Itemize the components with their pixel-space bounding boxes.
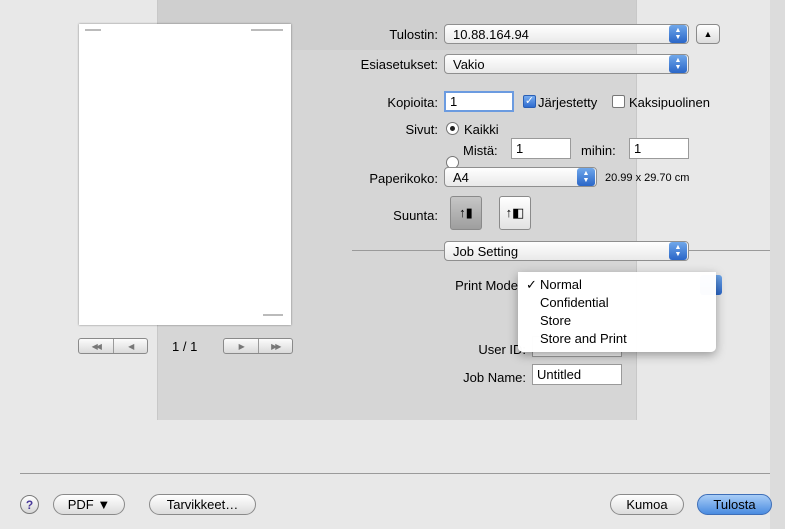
preview-back-buttons[interactable]: ◀◀ ◀ [78, 338, 148, 354]
printer-value: 10.88.164.94 [453, 26, 529, 42]
menu-item-store[interactable]: Store [518, 312, 716, 330]
job-name-label: Job Name: [463, 370, 526, 385]
preview-forward-buttons[interactable]: ▶ ▶▶ [223, 338, 293, 354]
print-preview-page [79, 24, 291, 325]
collated-label: Järjestetty [538, 95, 598, 110]
duplex-checkbox[interactable] [612, 95, 625, 108]
checkmark-icon: ✓ [526, 277, 537, 292]
duplex-label: Kaksipuolinen [629, 95, 710, 110]
previous-page-icon[interactable]: ◀ [112, 339, 148, 353]
landscape-icon: ↑◧ [505, 205, 525, 220]
menu-item-store-and-print[interactable]: Store and Print [518, 330, 716, 348]
pages-from-input[interactable]: 1 [511, 138, 571, 159]
first-page-icon[interactable]: ◀◀ [79, 339, 113, 353]
pages-all-label: Kaikki [464, 122, 499, 137]
orientation-landscape-button[interactable]: ↑◧ [499, 196, 531, 230]
pages-to-input[interactable]: 1 [629, 138, 689, 159]
background-sidebar [770, 0, 785, 529]
copies-label: Kopioita: [387, 95, 438, 110]
paper-size-value: A4 [453, 169, 469, 185]
printer-popup[interactable]: 10.88.164.94 ▲ ▼ [444, 24, 689, 44]
collapse-details-button[interactable]: ▲ [696, 24, 720, 44]
section-value: Job Setting [453, 243, 519, 259]
copies-input[interactable]: 1 [444, 91, 514, 112]
popup-arrows-icon: ▲ ▼ [669, 55, 687, 73]
pages-from-label: Mistä: [463, 143, 498, 158]
popup-arrows-icon: ▲ ▼ [669, 242, 687, 260]
pdf-menu-button[interactable]: PDF ▼ [53, 494, 125, 515]
paper-dimensions: 20.99 x 29.70 cm [605, 172, 690, 184]
printer-label: Tulostin: [389, 27, 438, 42]
presets-label: Esiasetukset: [360, 57, 438, 72]
paper-size-label: Paperikoko: [369, 171, 438, 186]
triangle-up-icon: ▲ [703, 29, 713, 39]
next-page-icon[interactable]: ▶ [224, 339, 258, 353]
footer-separator [20, 473, 770, 474]
help-button[interactable]: ? [20, 495, 39, 514]
menu-item-normal[interactable]: ✓ Normal [518, 276, 716, 294]
page-counter: 1 / 1 [172, 339, 198, 354]
user-id-label: User ID: [478, 342, 526, 357]
job-name-input[interactable]: Untitled [532, 364, 622, 385]
cancel-button[interactable]: Kumoa [610, 494, 684, 515]
presets-popup[interactable]: Vakio ▲ ▼ [444, 54, 689, 74]
supplies-button[interactable]: Tarvikkeet… [149, 494, 256, 515]
popup-arrows-icon: ▲ ▼ [669, 25, 687, 43]
orientation-portrait-button[interactable]: ↑▮ [450, 196, 482, 230]
portrait-icon: ↑▮ [459, 205, 473, 220]
print-mode-menu[interactable]: ✓ Normal Confidential Store Store and Pr… [518, 272, 716, 352]
last-page-icon[interactable]: ▶▶ [257, 339, 293, 353]
menu-item-confidential[interactable]: Confidential [518, 294, 716, 312]
print-button[interactable]: Tulosta [697, 494, 772, 515]
pages-all-radio[interactable] [446, 122, 459, 135]
pages-to-label: mihin: [581, 143, 616, 158]
print-mode-label: Print Mode [455, 278, 518, 293]
paper-size-popup[interactable]: A4 ▲ ▼ [444, 167, 597, 187]
popup-arrows-icon: ▲ ▼ [577, 168, 595, 186]
pages-label: Sivut: [405, 122, 438, 137]
presets-value: Vakio [453, 56, 485, 72]
collated-checkbox[interactable]: ✓ [523, 95, 536, 108]
section-popup[interactable]: Job Setting ▲ ▼ [444, 241, 689, 261]
orientation-label: Suunta: [393, 208, 438, 223]
